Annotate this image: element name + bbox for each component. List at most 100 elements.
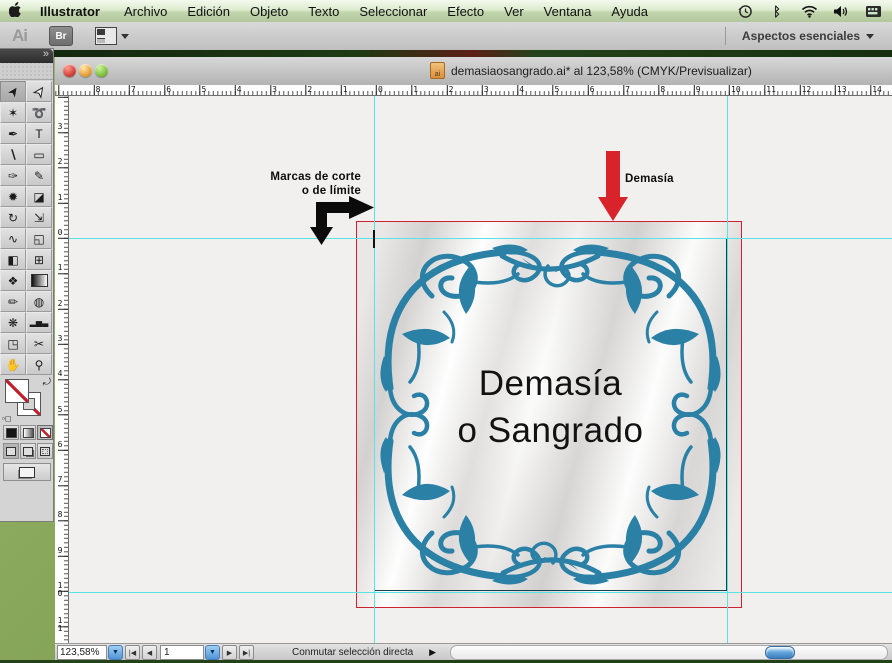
guide-vertical-left[interactable]	[374, 96, 375, 643]
menu-items: IllustratorArchivoEdiciónObjetoTextoSele…	[30, 4, 658, 19]
eraser-tool[interactable]: ◪	[26, 186, 52, 207]
lasso-tool[interactable]: ➰	[26, 102, 52, 123]
draw-normal-button[interactable]	[3, 443, 19, 459]
hand-tool[interactable]: ✋	[0, 354, 26, 375]
time-machine-icon[interactable]	[736, 3, 754, 19]
symbol-sprayer-tool[interactable]: ❋	[0, 312, 26, 333]
last-artboard-button[interactable]: ▶|	[239, 645, 254, 660]
zoom-level-field[interactable]: 123,58%	[57, 645, 107, 660]
menu-seleccionar[interactable]: Seleccionar	[349, 4, 437, 19]
ruler-left-label: 7	[56, 476, 64, 484]
first-artboard-button[interactable]: |◀	[125, 645, 140, 660]
guide-horizontal-bottom[interactable]	[69, 592, 892, 593]
minimize-button[interactable]	[79, 64, 92, 77]
zoom-menu-button[interactable]: ▼	[108, 645, 123, 660]
menu-archivo[interactable]: Archivo	[114, 4, 177, 19]
fill-swatch[interactable]	[5, 379, 29, 403]
paintbrush-tool[interactable]: ✑	[0, 165, 26, 186]
direct-selection-tool[interactable]: ➤	[26, 81, 52, 102]
scrollbar-thumb[interactable]	[765, 646, 795, 659]
none-button[interactable]	[37, 425, 53, 440]
pencil-tool[interactable]: ✎	[26, 165, 52, 186]
horizontal-scrollbar[interactable]	[450, 645, 888, 660]
eraser-tool-icon: ◪	[33, 191, 44, 203]
selection-tool[interactable]: ➤	[0, 81, 26, 102]
close-button[interactable]	[63, 64, 76, 77]
live-paint-bucket-tool[interactable]: ◧	[0, 249, 26, 270]
keyboard-viewer-icon[interactable]	[864, 3, 882, 19]
width-tool[interactable]: ∿	[0, 228, 26, 249]
gradient-button[interactable]	[20, 425, 36, 440]
apple-icon[interactable]	[0, 2, 30, 20]
menu-ventana[interactable]: Ventana	[534, 4, 602, 19]
tools-panel-header[interactable]	[0, 49, 53, 63]
draw-inside-button[interactable]	[37, 443, 53, 459]
color-buttons	[3, 425, 53, 440]
scale-tool[interactable]: ⇲	[26, 207, 52, 228]
workspace-switcher[interactable]: Aspectos esenciales	[725, 27, 892, 45]
screen-mode-button[interactable]	[3, 463, 51, 481]
ruler-top-label: 13	[837, 86, 847, 94]
menu-edición[interactable]: Edición	[177, 4, 240, 19]
magic-wand-tool[interactable]: ✶	[0, 102, 26, 123]
pencil-tool-icon: ✎	[34, 170, 44, 182]
document-canvas[interactable]: Demasía o Sangrado Marcas de corte o de …	[69, 96, 892, 643]
type-tool[interactable]: T	[26, 123, 52, 144]
draw-behind-button[interactable]	[20, 443, 36, 459]
column-graph-tool-icon: ▂▅▃	[30, 319, 48, 327]
document-proxy-icon[interactable]: ai	[430, 62, 445, 79]
eyedropper-tool[interactable]: ✏	[0, 291, 26, 312]
perspective-grid-tool[interactable]: ⊞	[26, 249, 52, 270]
blob-brush-tool[interactable]: ✹	[0, 186, 26, 207]
vertical-ruler[interactable]: 32101234567891011	[55, 96, 69, 643]
status-mode-label[interactable]: Conmutar selección directa	[292, 647, 413, 658]
ruler-top-label: 8	[660, 86, 665, 94]
ruler-left-label: 6	[56, 441, 64, 449]
line-segment-tool[interactable]: ∖	[0, 144, 26, 165]
previous-artboard-button[interactable]: ◀	[142, 645, 157, 660]
gradient-tool[interactable]	[26, 270, 52, 291]
slice-tool[interactable]: ✂	[26, 333, 52, 354]
document-title-bar[interactable]: ai demasiaosangrado.ai* al 123,58% (CMYK…	[55, 57, 892, 86]
menu-efecto[interactable]: Efecto	[437, 4, 494, 19]
ruler-top-label: 0	[378, 86, 383, 94]
tools-panel-drag-bar[interactable]	[0, 63, 53, 80]
artboard-number-field[interactable]: 1	[160, 645, 204, 660]
mesh-tool[interactable]: ❖	[0, 270, 26, 291]
menu-ayuda[interactable]: Ayuda	[601, 4, 658, 19]
menu-bar: IllustratorArchivoEdiciónObjetoTextoSele…	[0, 0, 892, 23]
illustrator-screen: IllustratorArchivoEdiciónObjetoTextoSele…	[0, 0, 892, 663]
blend-tool[interactable]: ◍	[26, 291, 52, 312]
artboard-tool[interactable]: ◳	[0, 333, 26, 354]
free-transform-tool[interactable]: ◱	[26, 228, 52, 249]
column-graph-tool[interactable]: ▂▅▃	[26, 312, 52, 333]
pen-tool[interactable]: ✒	[0, 123, 26, 144]
ruler-left-label: 0	[56, 229, 64, 237]
bluetooth-icon[interactable]	[768, 3, 786, 19]
horizontal-ruler[interactable]: 8765432101234567891011121314	[55, 85, 892, 96]
go-to-bridge-button[interactable]: Br	[49, 26, 73, 46]
guide-vertical-right[interactable]	[727, 96, 728, 643]
next-artboard-button[interactable]: ▶	[222, 645, 237, 660]
drawing-mode-buttons	[3, 443, 53, 459]
menu-illustrator[interactable]: Illustrator	[30, 4, 114, 19]
zoom-tool[interactable]: ⚲	[26, 354, 52, 375]
guide-horizontal-top[interactable]	[69, 238, 892, 239]
rotate-tool[interactable]: ↻	[0, 207, 26, 228]
rectangle-tool[interactable]: ▭	[26, 144, 52, 165]
swap-fill-stroke-icon[interactable]: ⤾	[43, 377, 51, 388]
status-menu-arrow-icon[interactable]: ▶	[429, 647, 436, 658]
default-fill-stroke-icon[interactable]: ▫◻	[2, 414, 11, 423]
artboard-menu-button[interactable]: ▼	[205, 645, 220, 660]
volume-icon[interactable]	[832, 3, 850, 19]
crop-marks-annotation: Marcas de corte o de límite	[249, 170, 361, 198]
width-tool-icon: ∿	[8, 233, 18, 245]
ruler-top-label: 9	[696, 86, 701, 94]
menu-ver[interactable]: Ver	[494, 4, 534, 19]
menu-texto[interactable]: Texto	[298, 4, 349, 19]
zoom-window-button[interactable]	[95, 64, 108, 77]
color-button[interactable]	[3, 425, 19, 440]
menu-objeto[interactable]: Objeto	[240, 4, 298, 19]
arrange-documents-button[interactable]	[95, 27, 129, 45]
wifi-icon[interactable]	[800, 3, 818, 19]
